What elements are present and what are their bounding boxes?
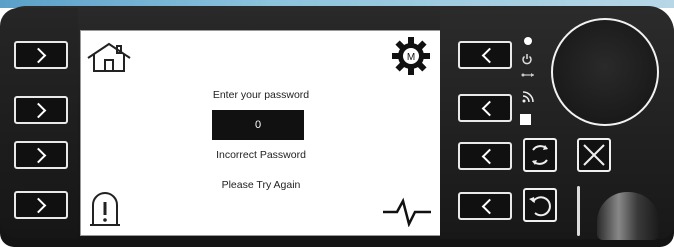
gear-icon[interactable]: M — [391, 36, 431, 76]
display-screen: M Enter your password 0 Incorrect Passwo… — [80, 30, 442, 236]
chevron-right-icon — [30, 197, 47, 214]
right-softkey-1[interactable] — [458, 41, 512, 69]
connector-line — [577, 186, 580, 236]
right-softkey-3[interactable] — [458, 142, 512, 170]
status-led — [524, 37, 532, 45]
chevron-left-icon — [481, 198, 498, 215]
power-icon — [522, 54, 532, 65]
rotary-knob[interactable] — [551, 18, 659, 126]
left-softkey-2[interactable] — [14, 96, 68, 124]
home-icon[interactable] — [85, 41, 133, 73]
chevron-left-icon — [481, 47, 498, 64]
menu-badge-text: M — [407, 52, 415, 63]
chevron-right-icon — [30, 147, 47, 164]
chevron-right-icon — [30, 102, 47, 119]
password-input[interactable]: 0 — [212, 110, 304, 140]
password-prompt: Enter your password — [212, 89, 310, 101]
left-softkey-4[interactable] — [14, 191, 68, 219]
status-square — [520, 114, 531, 125]
error-message: Incorrect Password — [216, 149, 306, 161]
cycle-button[interactable] — [523, 138, 557, 172]
x-icon — [583, 144, 605, 166]
cancel-button[interactable] — [577, 138, 611, 172]
heartbeat-icon[interactable] — [381, 197, 433, 227]
retry-message: Please Try Again — [221, 179, 301, 191]
chevron-left-icon — [481, 100, 498, 117]
undo-button[interactable] — [523, 188, 557, 222]
right-softkey-2[interactable] — [458, 94, 512, 122]
warning-bell-icon[interactable] — [87, 191, 123, 229]
left-softkey-1[interactable] — [14, 41, 68, 69]
left-softkey-3[interactable] — [14, 141, 68, 169]
right-softkey-4[interactable] — [458, 192, 512, 220]
undo-icon — [529, 196, 551, 217]
chevron-right-icon — [30, 47, 47, 64]
chevron-left-icon — [481, 148, 498, 165]
wifi-icon — [522, 91, 534, 103]
rotate-icon — [532, 145, 548, 165]
usb-icon — [521, 73, 534, 77]
